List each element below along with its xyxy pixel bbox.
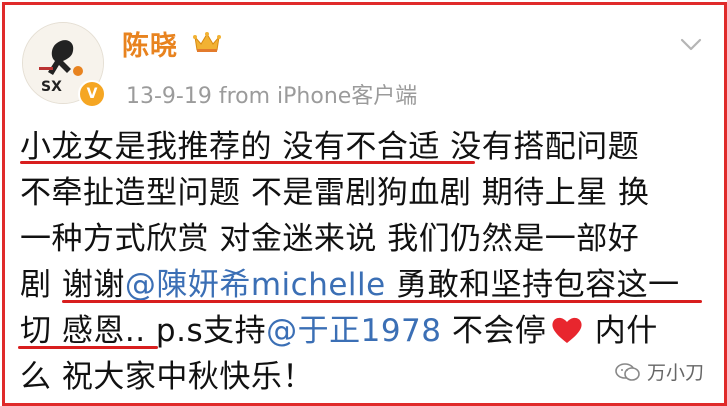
mention-yu-zheng[interactable]: @于正1978 xyxy=(266,313,441,349)
body-line-6: 么 祝大家中秋快乐！ xyxy=(20,359,314,395)
body-line-5-end: 内什 xyxy=(584,313,658,349)
watermark-text: 万小刀 xyxy=(647,362,705,384)
highlight-underline-2 xyxy=(62,300,702,303)
verified-badge-icon: V xyxy=(78,80,106,108)
heart-icon xyxy=(552,317,582,343)
body-line-4-start: 剧 谢谢 xyxy=(20,267,125,303)
author-name[interactable]: 陈晓 xyxy=(122,24,178,63)
body-line-5-start: 切 感恩.. p.s支持 xyxy=(20,313,267,349)
crown-icon xyxy=(193,32,221,52)
chevron-down-icon[interactable] xyxy=(680,38,702,52)
wechat-icon xyxy=(615,362,640,381)
body-line-2: 不牵扯造型问题 不是雷剧狗血剧 期待上星 换 xyxy=(20,175,650,211)
avatar-text: SX xyxy=(41,79,62,95)
mention-chen-yanxi[interactable]: @陳妍希michelle xyxy=(125,267,386,303)
highlight-underline-3 xyxy=(18,346,158,349)
body-line-4-end: 勇敢和坚持包容这一 xyxy=(385,267,680,303)
post-body: 小龙女是我推荐的 没有不合适 没有搭配问题 不牵扯造型问题 不是雷剧狗血剧 期待… xyxy=(20,124,710,400)
body-line-5-mid: 不会停 xyxy=(441,313,547,349)
post-meta: 13-9-19 from iPhone客户端 xyxy=(126,84,418,109)
body-line-3: 一种方式欣赏 对金迷来说 我们仍然是一部好 xyxy=(20,221,640,257)
highlight-underline-1 xyxy=(20,161,475,164)
watermark: 万小刀 xyxy=(615,358,704,385)
